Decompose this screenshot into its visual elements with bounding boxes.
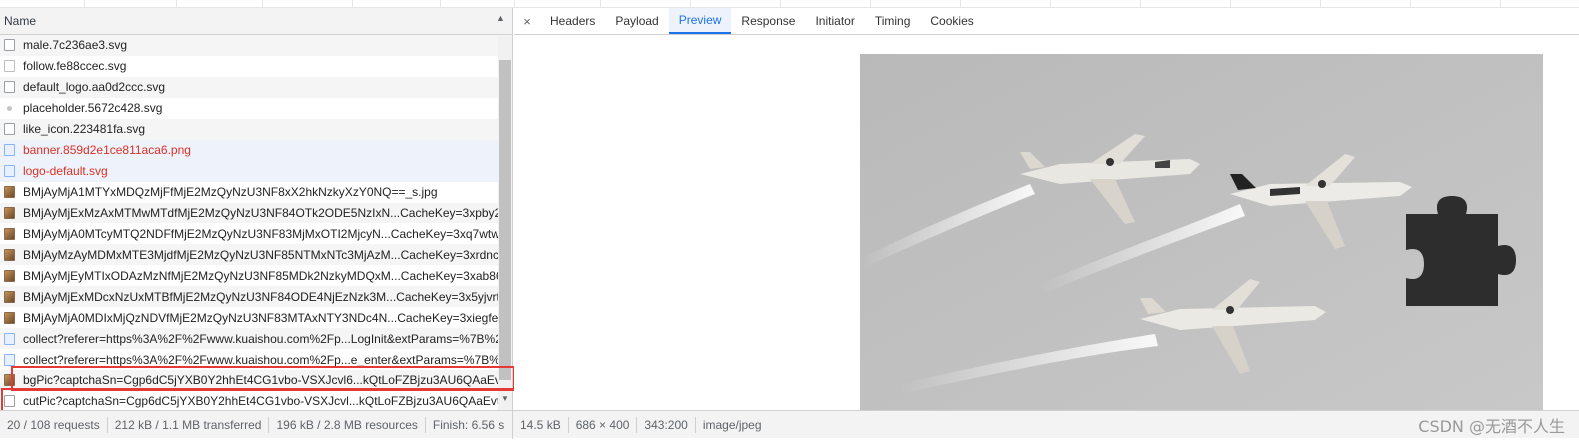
request-row[interactable]: follow.fe88ccec.svg bbox=[0, 55, 512, 77]
img-file-icon bbox=[4, 227, 15, 240]
request-name: like_icon.223481fa.svg bbox=[23, 122, 146, 137]
scroll-down-arrow-icon[interactable]: ▼ bbox=[499, 394, 511, 403]
name-column-header[interactable]: Name ▲ bbox=[0, 8, 512, 35]
preview-panel bbox=[514, 36, 1579, 410]
request-name: placeholder.5672c428.svg bbox=[23, 101, 163, 116]
request-row[interactable]: collect?referer=https%3A%2F%2Fwww.kuaish… bbox=[0, 349, 512, 370]
request-row[interactable]: cutPic?captchaSn=Cgp6dC5jYXB0Y2hhEt4CG1v… bbox=[0, 390, 512, 410]
request-row[interactable]: male.7c236ae3.svg bbox=[0, 35, 512, 56]
request-name: bgPic?captchaSn=Cgp6dC5jYXB0Y2hhEt4CG1vb… bbox=[23, 373, 512, 388]
request-row[interactable]: BMjAyMjA0MDIxMjQzNDVfMjE2MzQyNzU3NF83MTA… bbox=[0, 307, 512, 329]
detail-tabs-bar: × Headers Payload Preview Response Initi… bbox=[514, 8, 1579, 35]
request-row[interactable]: BMjAyMjEyMTIxODAzMzNfMjE2MzQyNzU3NF85MDk… bbox=[0, 265, 512, 287]
request-row[interactable]: BMjAyMjA0MTcyMTQ2NDFfMjE2MzQyNzU3NF83MjM… bbox=[0, 223, 512, 245]
tab-initiator[interactable]: Initiator bbox=[805, 8, 864, 34]
top-ruler bbox=[0, 0, 1579, 8]
request-rows: male.7c236ae3.svg follow.fe88ccec.svg defa… bbox=[0, 35, 512, 410]
preview-ratio: 343:200 bbox=[637, 416, 696, 433]
svg-file-icon bbox=[4, 81, 15, 94]
request-name: BMjAyMjA1MTYxMDQzMjFfMjE2MzQyNzU3NF8xX2h… bbox=[23, 185, 438, 200]
tab-payload[interactable]: Payload bbox=[605, 8, 668, 34]
svg-file-icon bbox=[4, 395, 15, 408]
request-row[interactable]: BMjAyMjA1MTYxMDQzMjFfMjE2MzQyNzU3NF8xX2h… bbox=[0, 181, 512, 203]
tab-response[interactable]: Response bbox=[731, 8, 805, 34]
request-name: BMjAyMjExMDcxNzUxMTBfMjE2MzQyNzU3NF84ODE… bbox=[23, 289, 512, 304]
name-header-label: Name bbox=[4, 14, 37, 28]
request-row[interactable]: banner.859d2e1ce811aca6.png bbox=[0, 139, 512, 161]
request-name: logo-default.svg bbox=[23, 164, 108, 179]
img-file-icon bbox=[4, 269, 15, 282]
request-name: cutPic?captchaSn=Cgp6dC5jYXB0Y2hhEt4CG1v… bbox=[23, 394, 512, 409]
request-row[interactable]: BMjAyMjExMzAxMTMwMTdfMjE2MzQyNzU3NF84OTk… bbox=[0, 202, 512, 224]
sort-ascending-icon[interactable]: ▲ bbox=[496, 13, 505, 23]
img-file-icon bbox=[4, 311, 15, 324]
preview-dimensions: 686 × 400 bbox=[569, 416, 638, 433]
request-row[interactable]: default_logo.aa0d2ccc.svg bbox=[0, 76, 512, 98]
img-file-icon bbox=[4, 290, 15, 303]
doc-file-icon bbox=[4, 332, 15, 345]
request-row[interactable]: BMjAyMjExMDcxNzUxMTBfMjE2MzQyNzU3NF84ODE… bbox=[0, 286, 512, 308]
request-name: collect?referer=https%3A%2F%2Fwww.kuaish… bbox=[23, 352, 512, 367]
request-name: BMjAyMjA0MTcyMTQ2NDFfMjE2MzQyNzU3NF83MjM… bbox=[23, 226, 512, 241]
transferred-size: 212 kB / 1.1 MB transferred bbox=[108, 416, 270, 433]
img-file-icon bbox=[4, 206, 15, 219]
request-row[interactable]: BMjAyMzAyMDMxMTE3MjdfMjE2MzQyNzU3NF85NTM… bbox=[0, 244, 512, 266]
request-name: BMjAyMjA0MDIxMjQzNDVfMjE2MzQyNzU3NF83MTA… bbox=[23, 310, 512, 325]
img-file-icon bbox=[4, 186, 15, 199]
request-name: collect?referer=https%3A%2F%2Fwww.kuaish… bbox=[23, 331, 512, 346]
request-name: BMjAyMzAyMDMxMTE3MjdfMjE2MzQyNzU3NF85NTM… bbox=[23, 247, 511, 262]
request-name: BMjAyMjExMzAxMTMwMTdfMjE2MzQyNzU3NF84OTk… bbox=[23, 205, 512, 220]
request-row[interactable]: collect?referer=https%3A%2F%2Fwww.kuaish… bbox=[0, 328, 512, 350]
tab-headers[interactable]: Headers bbox=[540, 8, 605, 34]
status-bar: 20 / 108 requests 212 kB / 1.1 MB transf… bbox=[0, 410, 1579, 439]
doc-file-icon bbox=[4, 165, 15, 178]
tab-cookies[interactable]: Cookies bbox=[920, 8, 983, 34]
jets-image bbox=[860, 54, 1543, 410]
tab-timing[interactable]: Timing bbox=[865, 8, 921, 34]
request-name: BMjAyMjEyMTIxODAzMzNfMjE2MzQyNzU3NF85MDk… bbox=[23, 268, 512, 283]
preview-mime: image/jpeg bbox=[702, 417, 762, 432]
doc-file-icon bbox=[4, 144, 15, 157]
request-name: follow.fe88ccec.svg bbox=[23, 59, 127, 74]
request-row[interactable]: logo-default.svg bbox=[0, 160, 512, 182]
captcha-background-image bbox=[860, 54, 1543, 410]
request-row[interactable]: like_icon.223481fa.svg bbox=[0, 118, 512, 140]
request-name: default_logo.aa0d2ccc.svg bbox=[23, 80, 166, 95]
finish-time: Finish: 6.56 s bbox=[432, 417, 505, 432]
doc-file-icon bbox=[4, 60, 15, 73]
svg-file-icon bbox=[4, 123, 15, 136]
resources-size: 196 kB / 2.8 MB resources bbox=[269, 416, 426, 433]
svg-file-icon bbox=[4, 39, 15, 52]
tab-preview[interactable]: Preview bbox=[668, 8, 732, 34]
request-row[interactable]: placeholder.5672c428.svg bbox=[0, 97, 512, 119]
doc-file-icon bbox=[4, 353, 15, 366]
close-detail-icon[interactable]: × bbox=[514, 8, 540, 34]
preview-size: 14.5 kB bbox=[513, 416, 569, 433]
img-file-icon bbox=[4, 248, 15, 261]
scrollbar-thumb[interactable] bbox=[499, 60, 511, 380]
request-list-pane: Name ▲ male.7c236ae3.svg follow.fe88ccec.… bbox=[0, 8, 513, 410]
img-file-icon bbox=[4, 374, 15, 387]
request-name: male.7c236ae3.svg bbox=[23, 38, 128, 53]
request-row[interactable]: bgPic?captchaSn=Cgp6dC5jYXB0Y2hhEt4CG1vb… bbox=[0, 370, 512, 391]
requests-count: 20 / 108 requests bbox=[0, 416, 108, 433]
dot-file-icon bbox=[7, 105, 12, 111]
watermark: CSDN @无酒不人生 bbox=[1418, 417, 1565, 436]
request-name: banner.859d2e1ce811aca6.png bbox=[23, 143, 191, 158]
